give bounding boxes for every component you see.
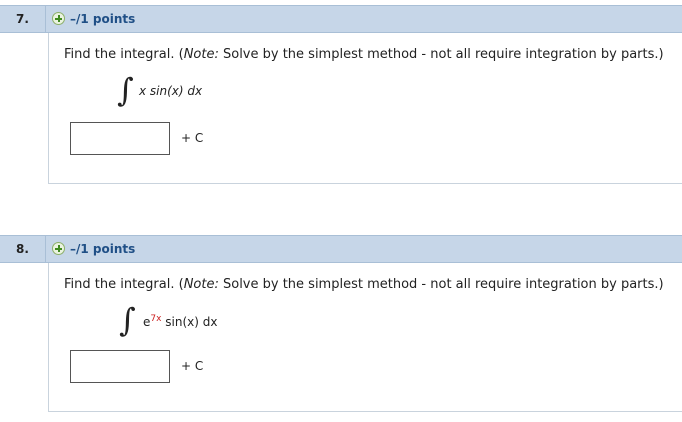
prompt-note: Note: — [183, 277, 219, 292]
integrand-exponent: 7x — [150, 314, 162, 324]
answer-input[interactable] — [70, 350, 170, 383]
question-prompt: Find the integral. (Note: Solve by the s… — [64, 47, 664, 62]
question-8-header: 8. –/1 points — [0, 235, 682, 263]
prompt-text-rest: Solve by the simplest method - not all r… — [218, 277, 664, 292]
prompt-note: Note: — [183, 47, 219, 62]
points-label: –/1 points — [70, 242, 136, 256]
prompt-text-rest: Solve by the simplest method - not all r… — [218, 47, 664, 62]
integral-sign: ∫ — [119, 301, 136, 339]
plus-circle-icon[interactable] — [52, 12, 65, 25]
integral-sign: ∫ — [117, 71, 134, 109]
points-label: –/1 points — [70, 12, 136, 26]
question-number: 8. — [0, 236, 46, 262]
plus-circle-icon[interactable] — [52, 242, 65, 255]
integrand-expression: x sin(x) dx — [139, 84, 203, 98]
plus-c-label: + C — [181, 131, 204, 145]
integrand: e7x sin(x) dx — [143, 314, 217, 329]
integrand-rest: sin(x) dx — [161, 315, 218, 329]
question-8-body: Find the integral. (Note: Solve by the s… — [48, 263, 682, 412]
question-7-header: 7. –/1 points — [0, 5, 682, 33]
question-number: 7. — [0, 6, 46, 32]
integrand: x sin(x) dx — [139, 84, 202, 98]
answer-input[interactable] — [70, 122, 170, 155]
question-7-body: Find the integral. (Note: Solve by the s… — [48, 33, 682, 184]
prompt-text: Find the integral. ( — [64, 47, 184, 62]
prompt-text: Find the integral. ( — [64, 277, 184, 292]
question-prompt: Find the integral. (Note: Solve by the s… — [64, 277, 664, 292]
plus-c-label: + C — [181, 359, 204, 373]
